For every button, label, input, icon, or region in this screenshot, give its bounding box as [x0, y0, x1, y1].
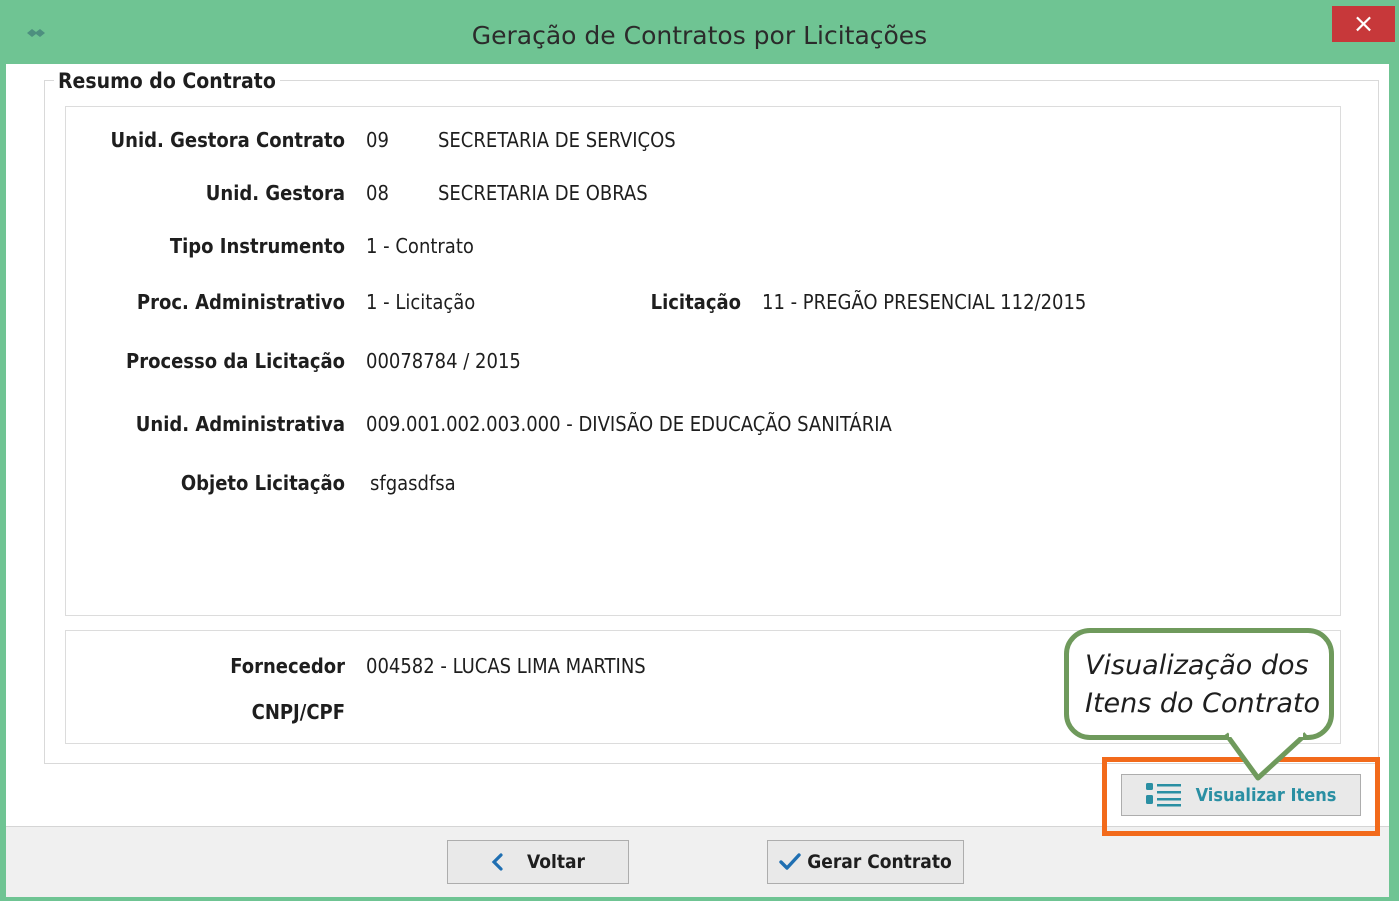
summary-group-title: Resumo do Contrato — [54, 69, 280, 93]
voltar-label: Voltar — [527, 851, 585, 873]
fornecedor-label: Fornecedor — [230, 654, 345, 678]
chevron-left-icon — [491, 853, 503, 871]
gerar-contrato-button[interactable]: Gerar Contrato — [767, 840, 964, 884]
unid-gestora-contrato-code: 09 — [366, 128, 389, 152]
proc-administrativo-value: 1 - Licitação — [366, 290, 476, 314]
unid-gestora-label: Unid. Gestora — [205, 181, 345, 205]
licitacao-label: Licitação — [650, 290, 741, 314]
unid-gestora-name: SECRETARIA DE OBRAS — [438, 181, 648, 205]
objeto-licitacao-value: sfgasdfsa — [370, 471, 456, 495]
tipo-instrumento-label: Tipo Instrumento — [169, 234, 345, 258]
callout-pointer — [1223, 732, 1308, 781]
window-title: Geração de Contratos por Licitações — [471, 21, 928, 50]
objeto-licitacao-label: Objeto Licitação — [180, 471, 345, 495]
cnpj-cpf-label: CNPJ/CPF — [251, 700, 345, 724]
tipo-instrumento-value: 1 - Contrato — [366, 234, 474, 258]
voltar-button[interactable]: Voltar — [447, 840, 629, 884]
callout-line-2: Itens do Contrato — [1085, 688, 1320, 719]
unid-administrativa-label: Unid. Administrativa — [135, 412, 345, 436]
unid-gestora-contrato-name: SECRETARIA DE SERVIÇOS — [438, 128, 676, 152]
callout-line-1: Visualização dos — [1085, 650, 1309, 681]
unid-gestora-contrato-label: Unid. Gestora Contrato — [110, 128, 345, 152]
fornecedor-value: 004582 - LUCAS LIMA MARTINS — [366, 654, 646, 678]
bottom-button-bar — [6, 826, 1389, 897]
unid-administrativa-value: 009.001.002.003.000 - DIVISÃO DE EDUCAÇÃ… — [366, 412, 892, 436]
gerar-contrato-label: Gerar Contrato — [807, 851, 952, 873]
processo-licitacao-label: Processo da Licitação — [126, 349, 345, 373]
licitacao-value: 11 - PREGÃO PRESENCIAL 112/2015 — [762, 290, 1087, 314]
callout-text: Visualização dos Itens do Contrato — [1085, 647, 1325, 723]
title-bar[interactable]: Geração de Contratos por Licitações — [2, 2, 1397, 66]
unid-gestora-code: 08 — [366, 181, 389, 205]
processo-licitacao-value: 00078784 / 2015 — [366, 349, 521, 373]
close-button[interactable]: × — [1332, 6, 1395, 42]
proc-administrativo-label: Proc. Administrativo — [136, 290, 345, 314]
checkmark-icon — [779, 853, 801, 870]
list-icon — [1145, 783, 1181, 807]
